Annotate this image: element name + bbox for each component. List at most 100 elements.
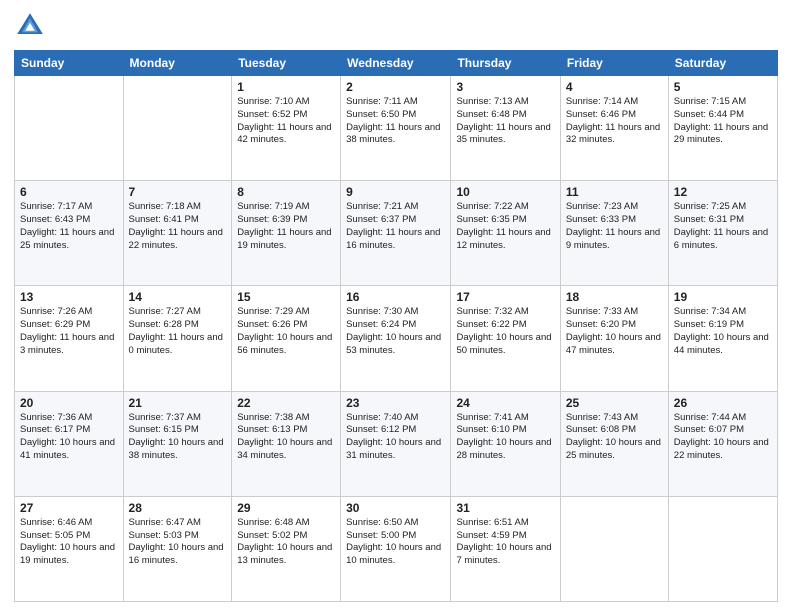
calendar-cell: 9 Sunrise: 7:21 AM Sunset: 6:37 PM Daylig… (341, 181, 451, 286)
day-info: Sunrise: 7:33 AM Sunset: 6:20 PM Dayligh… (566, 306, 663, 357)
day-info: Sunrise: 7:15 AM Sunset: 6:44 PM Dayligh… (674, 96, 772, 147)
day-number: 6 (20, 185, 118, 199)
day-info: Sunrise: 7:10 AM Sunset: 6:52 PM Dayligh… (237, 96, 335, 147)
calendar-cell: 15 Sunrise: 7:29 AM Sunset: 6:26 PM Dayli… (232, 286, 341, 391)
day-number: 11 (566, 185, 663, 199)
calendar-table: SundayMondayTuesdayWednesdayThursdayFrid… (14, 50, 778, 602)
day-number: 10 (456, 185, 554, 199)
day-info: Sunrise: 7:32 AM Sunset: 6:22 PM Dayligh… (456, 306, 554, 357)
calendar-cell: 18Sunrise: 7:33 AM Sunset: 6:20 PM Dayli… (560, 286, 668, 391)
weekday-header-wednesday: Wednesday (341, 51, 451, 76)
day-number: 27 (20, 501, 118, 515)
calendar-cell: 16Sunrise: 7:30 AM Sunset: 6:24 PM Dayli… (341, 286, 451, 391)
day-info: Sunrise: 7:21 AM Sunset: 6:37 PM Dayligh… (346, 201, 445, 252)
day-info: Sunrise: 7:17 AM Sunset: 6:43 PM Dayligh… (20, 201, 118, 252)
weekday-header-sunday: Sunday (15, 51, 124, 76)
calendar-cell (668, 496, 777, 601)
day-number: 25 (566, 396, 663, 410)
calendar-cell: 7Sunrise: 7:18 AM Sunset: 6:41 PM Daylig… (123, 181, 232, 286)
day-number: 5 (674, 80, 772, 94)
day-number: 8 (237, 185, 335, 199)
calendar-cell: 8 Sunrise: 7:19 AM Sunset: 6:39 PM Daylig… (232, 181, 341, 286)
day-info: Sunrise: 7:25 AM Sunset: 6:31 PM Dayligh… (674, 201, 772, 252)
calendar-cell: 13 Sunrise: 7:26 AM Sunset: 6:29 PM Dayli… (15, 286, 124, 391)
calendar-cell (123, 76, 232, 181)
calendar-cell: 25Sunrise: 7:43 AM Sunset: 6:08 PM Dayli… (560, 391, 668, 496)
week-row-4: 20 Sunrise: 7:36 AM Sunset: 6:17 PM Dayli… (15, 391, 778, 496)
header (14, 10, 778, 42)
day-number: 24 (456, 396, 554, 410)
day-info: Sunrise: 7:14 AM Sunset: 6:46 PM Dayligh… (566, 96, 663, 147)
day-number: 26 (674, 396, 772, 410)
day-number: 23 (346, 396, 445, 410)
day-info: Sunrise: 6:48 AM Sunset: 5:02 PM Dayligh… (237, 517, 335, 568)
day-info: Sunrise: 7:11 AM Sunset: 6:50 PM Dayligh… (346, 96, 445, 147)
day-info: Sunrise: 7:34 AM Sunset: 6:19 PM Dayligh… (674, 306, 772, 357)
day-info: Sunrise: 7:40 AM Sunset: 6:12 PM Dayligh… (346, 412, 445, 463)
day-number: 13 (20, 290, 118, 304)
week-row-2: 6 Sunrise: 7:17 AM Sunset: 6:43 PM Daylig… (15, 181, 778, 286)
weekday-header-tuesday: Tuesday (232, 51, 341, 76)
day-number: 9 (346, 185, 445, 199)
calendar-cell: 4 Sunrise: 7:14 AM Sunset: 6:46 PM Daylig… (560, 76, 668, 181)
day-number: 20 (20, 396, 118, 410)
day-info: Sunrise: 7:29 AM Sunset: 6:26 PM Dayligh… (237, 306, 335, 357)
day-number: 4 (566, 80, 663, 94)
calendar-cell: 23 Sunrise: 7:40 AM Sunset: 6:12 PM Dayli… (341, 391, 451, 496)
day-number: 1 (237, 80, 335, 94)
day-info: Sunrise: 7:26 AM Sunset: 6:29 PM Dayligh… (20, 306, 118, 357)
week-row-3: 13 Sunrise: 7:26 AM Sunset: 6:29 PM Dayli… (15, 286, 778, 391)
calendar-cell: 20 Sunrise: 7:36 AM Sunset: 6:17 PM Dayli… (15, 391, 124, 496)
day-number: 21 (129, 396, 227, 410)
calendar-cell: 27 Sunrise: 6:46 AM Sunset: 5:05 PM Dayli… (15, 496, 124, 601)
calendar-cell: 24Sunrise: 7:41 AM Sunset: 6:10 PM Dayli… (451, 391, 560, 496)
day-number: 16 (346, 290, 445, 304)
calendar-cell: 12Sunrise: 7:25 AM Sunset: 6:31 PM Dayli… (668, 181, 777, 286)
logo-icon (14, 10, 46, 42)
calendar-cell: 22Sunrise: 7:38 AM Sunset: 6:13 PM Dayli… (232, 391, 341, 496)
day-info: Sunrise: 7:36 AM Sunset: 6:17 PM Dayligh… (20, 412, 118, 463)
calendar-cell: 10Sunrise: 7:22 AM Sunset: 6:35 PM Dayli… (451, 181, 560, 286)
day-number: 7 (129, 185, 227, 199)
day-info: Sunrise: 6:47 AM Sunset: 5:03 PM Dayligh… (129, 517, 227, 568)
weekday-header-friday: Friday (560, 51, 668, 76)
calendar-cell: 3Sunrise: 7:13 AM Sunset: 6:48 PM Daylig… (451, 76, 560, 181)
logo (14, 10, 50, 42)
calendar-cell: 29 Sunrise: 6:48 AM Sunset: 5:02 PM Dayli… (232, 496, 341, 601)
calendar-cell: 5 Sunrise: 7:15 AM Sunset: 6:44 PM Daylig… (668, 76, 777, 181)
day-number: 31 (456, 501, 554, 515)
day-number: 2 (346, 80, 445, 94)
day-number: 14 (129, 290, 227, 304)
calendar-cell: 6 Sunrise: 7:17 AM Sunset: 6:43 PM Daylig… (15, 181, 124, 286)
calendar-cell: 30 Sunrise: 6:50 AM Sunset: 5:00 PM Dayli… (341, 496, 451, 601)
week-row-1: 1 Sunrise: 7:10 AM Sunset: 6:52 PM Daylig… (15, 76, 778, 181)
day-number: 17 (456, 290, 554, 304)
day-number: 3 (456, 80, 554, 94)
day-info: Sunrise: 6:46 AM Sunset: 5:05 PM Dayligh… (20, 517, 118, 568)
day-number: 19 (674, 290, 772, 304)
calendar-cell: 2 Sunrise: 7:11 AM Sunset: 6:50 PM Daylig… (341, 76, 451, 181)
day-info: Sunrise: 7:27 AM Sunset: 6:28 PM Dayligh… (129, 306, 227, 357)
day-number: 15 (237, 290, 335, 304)
weekday-header-row: SundayMondayTuesdayWednesdayThursdayFrid… (15, 51, 778, 76)
calendar-cell: 21 Sunrise: 7:37 AM Sunset: 6:15 PM Dayli… (123, 391, 232, 496)
day-info: Sunrise: 7:44 AM Sunset: 6:07 PM Dayligh… (674, 412, 772, 463)
calendar-cell: 1 Sunrise: 7:10 AM Sunset: 6:52 PM Daylig… (232, 76, 341, 181)
day-info: Sunrise: 7:23 AM Sunset: 6:33 PM Dayligh… (566, 201, 663, 252)
day-info: Sunrise: 6:50 AM Sunset: 5:00 PM Dayligh… (346, 517, 445, 568)
day-info: Sunrise: 6:51 AM Sunset: 4:59 PM Dayligh… (456, 517, 554, 568)
calendar-cell: 28Sunrise: 6:47 AM Sunset: 5:03 PM Dayli… (123, 496, 232, 601)
calendar-cell: 11 Sunrise: 7:23 AM Sunset: 6:33 PM Dayli… (560, 181, 668, 286)
calendar-cell: 26 Sunrise: 7:44 AM Sunset: 6:07 PM Dayli… (668, 391, 777, 496)
day-number: 29 (237, 501, 335, 515)
weekday-header-monday: Monday (123, 51, 232, 76)
day-number: 30 (346, 501, 445, 515)
calendar-cell: 17 Sunrise: 7:32 AM Sunset: 6:22 PM Dayli… (451, 286, 560, 391)
week-row-5: 27 Sunrise: 6:46 AM Sunset: 5:05 PM Dayli… (15, 496, 778, 601)
day-info: Sunrise: 7:37 AM Sunset: 6:15 PM Dayligh… (129, 412, 227, 463)
weekday-header-saturday: Saturday (668, 51, 777, 76)
calendar-cell: 14 Sunrise: 7:27 AM Sunset: 6:28 PM Dayli… (123, 286, 232, 391)
day-info: Sunrise: 7:19 AM Sunset: 6:39 PM Dayligh… (237, 201, 335, 252)
calendar-cell (560, 496, 668, 601)
day-number: 22 (237, 396, 335, 410)
